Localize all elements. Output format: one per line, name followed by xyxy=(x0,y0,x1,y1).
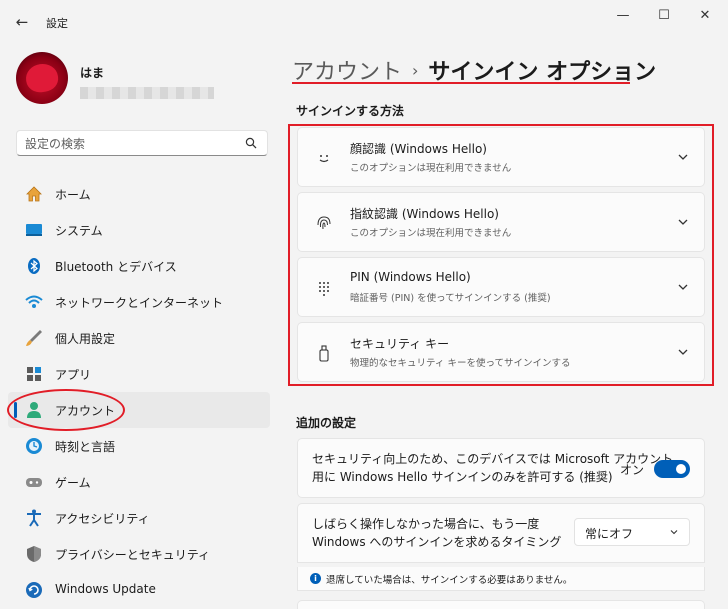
search-input[interactable] xyxy=(25,135,235,152)
maximize-button[interactable]: ☐ xyxy=(644,6,684,26)
accessibility-icon xyxy=(27,509,41,527)
sidebar-item-bluetooth[interactable]: Bluetooth とデバイス xyxy=(8,248,270,284)
sidebar-item-label: アクセシビリティ xyxy=(55,512,150,526)
sidebar-item-label: 時刻と言語 xyxy=(55,440,116,454)
windows-update-icon xyxy=(26,582,42,598)
search-icon[interactable] xyxy=(245,137,257,149)
require-signin-dropdown[interactable]: 常にオフ xyxy=(574,518,690,546)
sidebar-item-label: 個人用設定 xyxy=(55,332,116,346)
require-signin-setting: しばらく操作しなかった場合に、もう一度 Windows へのサインインを求めるタ… xyxy=(297,503,705,563)
toggle-state-label: オン xyxy=(619,463,644,477)
accounts-icon xyxy=(27,402,41,418)
network-icon xyxy=(25,295,43,308)
sidebar-item-network[interactable]: ネットワークとインターネット xyxy=(8,284,270,320)
setting-label-line1: セキュリティ向上のため、このデバイスでは Microsoft アカウント xyxy=(312,452,674,466)
sidebar-item-gaming[interactable]: ゲーム xyxy=(8,464,270,500)
pin-option[interactable]: PIN (Windows Hello) 暗証番号 (PIN) を使ってサインイン… xyxy=(297,257,705,317)
chevron-down-icon[interactable] xyxy=(676,280,690,294)
sidebar-item-personalization[interactable]: 個人用設定 xyxy=(8,320,270,356)
title-bar: ← 設定 — ☐ ✕ xyxy=(0,0,728,44)
signin-methods-heading: サインインする方法 xyxy=(296,104,405,118)
chevron-down-icon[interactable] xyxy=(676,345,690,359)
sidebar-item-home[interactable]: ホーム xyxy=(8,176,270,212)
hello-only-toggle[interactable] xyxy=(654,460,690,478)
sidebar-item-label: プライバシーとセキュリティ xyxy=(55,548,211,562)
user-email-redacted xyxy=(80,87,214,99)
sidebar-item-label: ネットワークとインターネット xyxy=(55,296,224,310)
setting-label-line2: 用に Windows Hello サインインのみを許可する (推奨) xyxy=(312,470,613,484)
main-content: アカウント › サインイン オプション サインインする方法 顔認識 (Windows… xyxy=(280,44,728,609)
user-name: はま xyxy=(80,66,105,80)
sidebar-item-windows-update[interactable]: Windows Update xyxy=(8,572,270,608)
close-button[interactable]: ✕ xyxy=(685,6,725,26)
bluetooth-icon xyxy=(28,258,40,274)
sidebar-item-accessibility[interactable]: アクセシビリティ xyxy=(8,500,270,536)
sidebar-item-label: ホーム xyxy=(55,188,91,202)
setting-label-line1: しばらく操作しなかった場合に、もう一度 xyxy=(312,517,540,531)
fingerprint-icon xyxy=(314,213,334,233)
avatar[interactable] xyxy=(16,52,68,104)
face-icon xyxy=(314,148,334,168)
security-key-option[interactable]: セキュリティ キー 物理的なセキュリティ キーを使ってサインインする xyxy=(297,322,705,382)
annotation-underline xyxy=(292,82,630,84)
system-icon xyxy=(26,224,42,236)
additional-settings-heading: 追加の設定 xyxy=(296,416,357,430)
sidebar-nav: ホーム システム Bluetooth とデバイス ネットワークとインターネット … xyxy=(8,176,270,608)
option-subtitle: 物理的なセキュリティ キーを使ってサインインする xyxy=(350,358,571,369)
option-subtitle: このオプションは現在利用できません xyxy=(350,228,512,239)
fingerprint-option[interactable]: 指紋認識 (Windows Hello) このオプションは現在利用できません xyxy=(297,192,705,252)
next-setting-card xyxy=(297,600,705,609)
option-subtitle: このオプションは現在利用できません xyxy=(350,163,512,174)
sidebar-item-apps[interactable]: アプリ xyxy=(8,356,270,392)
option-title: PIN (Windows Hello) xyxy=(350,270,471,284)
setting-label-line2: Windows へのサインインを求めるタイミング xyxy=(312,535,562,549)
sidebar-item-system[interactable]: システム xyxy=(8,212,270,248)
search-box[interactable] xyxy=(16,130,268,156)
back-button[interactable]: ← xyxy=(12,12,32,32)
home-icon xyxy=(26,186,42,202)
option-subtitle: 暗証番号 (PIN) を使ってサインインする (推奨) xyxy=(350,293,551,304)
sidebar-item-label: システム xyxy=(55,224,103,238)
option-title: 指紋認識 (Windows Hello) xyxy=(350,207,499,221)
face-recognition-option[interactable]: 顔認識 (Windows Hello) このオプションは現在利用できません xyxy=(297,127,705,187)
info-icon: i xyxy=(310,573,321,584)
breadcrumb-separator: › xyxy=(412,61,419,80)
sidebar-item-label: Bluetooth とデバイス xyxy=(55,260,177,274)
sidebar-item-label: アカウント xyxy=(55,404,116,418)
dropdown-value: 常にオフ xyxy=(585,527,634,541)
sidebar-item-privacy[interactable]: プライバシーとセキュリティ xyxy=(8,536,270,572)
info-text: 退席していた場合は、サインインする必要はありません。 xyxy=(326,575,573,586)
chevron-down-icon xyxy=(670,530,678,535)
chevron-down-icon[interactable] xyxy=(676,215,690,229)
sidebar-item-label: ゲーム xyxy=(55,476,91,490)
sidebar-item-accounts[interactable]: アカウント xyxy=(8,392,270,428)
hello-only-setting: セキュリティ向上のため、このデバイスでは Microsoft アカウント 用に … xyxy=(297,438,705,498)
gaming-icon xyxy=(26,478,42,487)
time-language-icon xyxy=(26,438,42,454)
option-title: セキュリティ キー xyxy=(350,337,450,351)
info-row: i 退席していた場合は、サインインする必要はありません。 xyxy=(297,567,705,591)
sidebar-item-label: アプリ xyxy=(55,368,92,382)
privacy-icon xyxy=(27,546,41,562)
apps-icon xyxy=(27,367,41,381)
sidebar-item-time-language[interactable]: 時刻と言語 xyxy=(8,428,270,464)
security-key-icon xyxy=(314,343,334,363)
pin-keypad-icon xyxy=(314,278,334,298)
option-title: 顔認識 (Windows Hello) xyxy=(350,142,487,156)
minimize-button[interactable]: — xyxy=(603,6,643,26)
app-title: 設定 xyxy=(46,17,68,30)
chevron-down-icon[interactable] xyxy=(676,150,690,164)
sidebar: はま ホーム システム Bluetooth とデバイス ネットワークとインターネ… xyxy=(0,44,280,609)
sidebar-item-label: Windows Update xyxy=(55,582,156,596)
personalization-icon xyxy=(26,330,42,346)
